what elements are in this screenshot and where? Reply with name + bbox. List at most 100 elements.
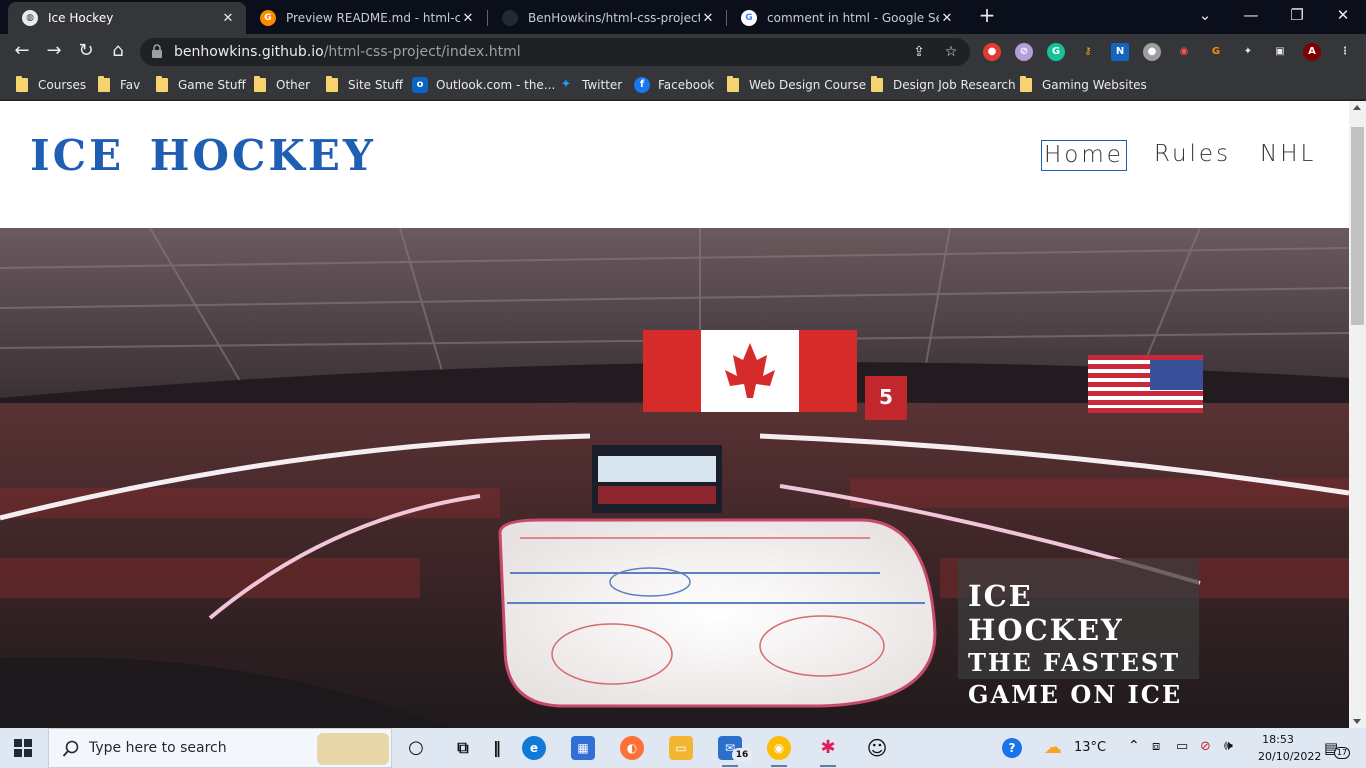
bookmark-other[interactable]: Other bbox=[254, 76, 310, 94]
widget-bars-icon[interactable]: ‖ bbox=[485, 736, 509, 760]
bookmark-twitter[interactable]: ✦ Twitter bbox=[558, 76, 623, 94]
cast-extension-icon[interactable]: ◉ bbox=[1175, 43, 1193, 61]
windows-logo-pane bbox=[24, 739, 32, 747]
network-icon[interactable]: ⊘ bbox=[1200, 739, 1211, 754]
close-tab-icon[interactable]: ✕ bbox=[939, 11, 955, 26]
close-tab-icon[interactable]: ✕ bbox=[700, 11, 716, 26]
search-highlight-illustration bbox=[317, 733, 389, 765]
gitpod-icon: G bbox=[260, 10, 276, 26]
taskbar-clock[interactable]: 18:53 20/10/2022 bbox=[1258, 731, 1321, 765]
nav-rules[interactable]: Rules bbox=[1154, 140, 1231, 171]
n-extension-icon[interactable]: N bbox=[1111, 43, 1129, 61]
site-logo[interactable]: ICE HOCKEY bbox=[30, 131, 376, 180]
tab-preview-readme[interactable]: G Preview README.md - html-css-p ✕ bbox=[246, 2, 486, 34]
share-icon[interactable]: ⇪ bbox=[910, 43, 928, 61]
help-icon[interactable]: ? bbox=[1002, 738, 1022, 758]
new-tab-button[interactable]: + bbox=[976, 5, 998, 27]
bookmarks-bar: Courses Fav Game Stuff Other Site Stuff … bbox=[0, 70, 1366, 100]
volume-icon[interactable]: 🕪 bbox=[1224, 738, 1233, 754]
feedback-smiley-icon[interactable]: ☺ bbox=[865, 736, 889, 760]
folder-icon bbox=[871, 76, 883, 92]
meet-now-icon[interactable]: ⧈ bbox=[1152, 739, 1160, 754]
nav-home[interactable]: Home bbox=[1041, 140, 1127, 171]
hero-image: 5 ICE HOCKEY THE FASTEST GAME ON ICE bbox=[0, 228, 1349, 728]
windows-start-button[interactable] bbox=[14, 739, 32, 757]
bookmark-site-stuff[interactable]: Site Stuff bbox=[326, 76, 403, 94]
key-extension-icon[interactable]: ⚷ bbox=[1079, 43, 1097, 61]
bookmark-outlook[interactable]: o Outlook.com - the... bbox=[412, 76, 555, 94]
home-button[interactable]: ⌂ bbox=[106, 40, 130, 64]
bookmark-label: Web Design Course bbox=[749, 78, 867, 92]
extensions-puzzle-icon[interactable]: ✦ bbox=[1239, 43, 1257, 61]
bookmark-star-icon[interactable]: ☆ bbox=[942, 43, 960, 61]
address-bar[interactable]: benhowkins.github.io/html-css-project/in… bbox=[140, 38, 970, 66]
bookmark-courses[interactable]: Courses bbox=[16, 76, 86, 94]
notification-center-button[interactable]: ▤ 17 bbox=[1322, 737, 1350, 759]
file-explorer-icon[interactable]: ▭ bbox=[669, 736, 693, 760]
folder-icon bbox=[254, 76, 266, 92]
tab-title: comment in html - Google Search bbox=[767, 11, 939, 25]
bookmark-label: Design Job Research bbox=[893, 78, 1016, 92]
scroll-down-arrow-icon[interactable] bbox=[1353, 719, 1361, 724]
tab-ice-hockey[interactable]: ◍ Ice Hockey ✕ bbox=[8, 2, 246, 34]
bookmark-gaming-websites[interactable]: Gaming Websites bbox=[1020, 76, 1147, 94]
cortana-icon[interactable]: ○ bbox=[404, 736, 428, 760]
reading-list-icon[interactable]: ▣ bbox=[1271, 43, 1289, 61]
close-window-button[interactable]: ✕ bbox=[1320, 0, 1366, 32]
bookmark-fav[interactable]: Fav bbox=[98, 76, 140, 94]
grammarly-extension-icon[interactable]: G bbox=[1047, 43, 1065, 61]
weather-icon[interactable]: ☁ bbox=[1042, 737, 1064, 759]
chrome-icon[interactable]: ◉ bbox=[767, 736, 791, 767]
gitpod-extension-icon[interactable]: G bbox=[1207, 43, 1225, 61]
close-tab-icon[interactable]: ✕ bbox=[460, 11, 476, 26]
windows-taskbar: Type here to search ○ ⧉ ‖ e ▦ ◐ ▭ ✉ 16 ◉… bbox=[0, 728, 1366, 768]
mail-icon[interactable]: ✉ 16 bbox=[718, 736, 752, 767]
folder-icon bbox=[16, 76, 28, 92]
tab-title: BenHowkins/html-css-project bbox=[528, 11, 700, 25]
back-button[interactable]: ← bbox=[10, 40, 34, 64]
close-tab-icon[interactable]: ✕ bbox=[220, 11, 236, 26]
store-icon[interactable]: ▦ bbox=[571, 736, 595, 760]
firefox-icon[interactable]: ◐ bbox=[620, 736, 644, 760]
weather-temperature[interactable]: 13°C bbox=[1074, 740, 1106, 755]
tab-strip: ◍ Ice Hockey ✕ G Preview README.md - htm… bbox=[0, 0, 1366, 34]
edge-icon[interactable]: e bbox=[522, 736, 546, 760]
tray-chevron-up-icon[interactable]: ⌃ bbox=[1128, 738, 1140, 754]
slack-icon[interactable]: ✱ bbox=[816, 736, 840, 767]
adblock-extension-icon[interactable]: ● bbox=[983, 43, 1001, 61]
restore-button[interactable]: ❐ bbox=[1274, 0, 1320, 32]
profile-avatar[interactable]: A bbox=[1303, 43, 1321, 61]
tab-search-chevron-icon[interactable]: ⌄ bbox=[1182, 0, 1228, 32]
clock-time: 18:53 bbox=[1262, 733, 1294, 746]
menu-dots-icon[interactable]: ⋮ bbox=[1336, 43, 1354, 61]
page-viewport: ICE HOCKEY Home Rules NHL 5 ICE HOCKEY T… bbox=[0, 101, 1366, 728]
scrollbar-thumb[interactable] bbox=[1351, 127, 1364, 325]
nav-nhl[interactable]: NHL bbox=[1260, 140, 1316, 171]
windows-logo-pane bbox=[14, 749, 22, 757]
folder-icon bbox=[1020, 76, 1032, 92]
search-placeholder: Type here to search bbox=[89, 740, 227, 756]
bookmark-facebook[interactable]: f Facebook bbox=[634, 76, 714, 94]
folder-icon bbox=[98, 76, 110, 92]
blocker-extension-icon[interactable]: ⊘ bbox=[1015, 43, 1033, 61]
bookmark-game-stuff[interactable]: Game Stuff bbox=[156, 76, 246, 94]
tab-github-repo[interactable]: BenHowkins/html-css-project ✕ bbox=[488, 2, 726, 34]
gray-extension-icon[interactable]: ● bbox=[1143, 43, 1161, 61]
reload-button[interactable]: ↻ bbox=[74, 40, 98, 64]
scroll-up-arrow-icon[interactable] bbox=[1353, 105, 1361, 110]
minimize-button[interactable]: — bbox=[1228, 0, 1274, 32]
tab-google-search[interactable]: G comment in html - Google Search ✕ bbox=[727, 2, 965, 34]
bookmark-design-job-research[interactable]: Design Job Research bbox=[871, 76, 1016, 94]
page-scrollbar[interactable] bbox=[1349, 101, 1366, 728]
task-view-icon[interactable]: ⧉ bbox=[451, 736, 475, 760]
browser-toolbar: ← → ↻ ⌂ benhowkins.github.io/html-css-pr… bbox=[0, 34, 1366, 70]
forward-button[interactable]: → bbox=[42, 40, 66, 64]
bookmark-web-design-course[interactable]: Web Design Course bbox=[727, 76, 866, 94]
windows-logo-pane bbox=[24, 749, 32, 757]
taskbar-search-box[interactable]: Type here to search bbox=[48, 728, 392, 768]
bookmark-label: Gaming Websites bbox=[1042, 78, 1147, 92]
bookmark-label: Facebook bbox=[658, 78, 715, 92]
facebook-icon: f bbox=[634, 77, 650, 93]
bookmark-label: Other bbox=[276, 78, 311, 92]
battery-icon[interactable]: ▭ bbox=[1176, 739, 1188, 754]
